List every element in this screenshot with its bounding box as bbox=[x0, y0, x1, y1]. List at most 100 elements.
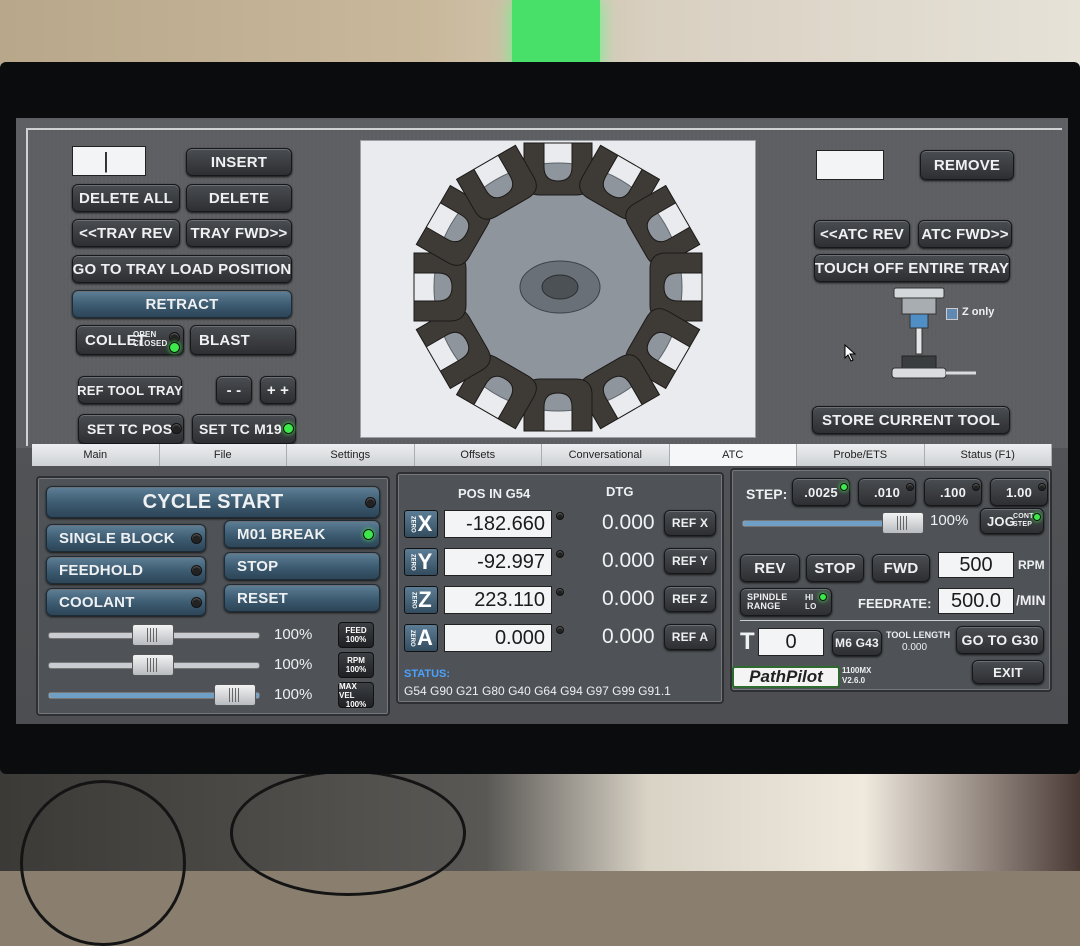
reset-button[interactable]: RESET bbox=[224, 584, 380, 612]
axis-z-position[interactable]: 223.110 bbox=[444, 586, 552, 614]
spindle-rev-button[interactable]: REV bbox=[740, 554, 800, 582]
range-options: HI LO bbox=[805, 593, 817, 611]
override-reset-button[interactable]: RPM 100% bbox=[338, 652, 374, 678]
spindle-range-label-2: RANGE bbox=[747, 601, 781, 611]
set-tc-pos-led bbox=[171, 423, 182, 434]
step-led bbox=[972, 483, 980, 491]
dtg-header: DTG bbox=[606, 484, 634, 499]
feedrate-unit: /MIN bbox=[1016, 592, 1046, 608]
tray-fwd-button[interactable]: TRAY FWD>> bbox=[186, 219, 292, 247]
m01-break-led bbox=[363, 529, 374, 540]
set-tc-m19-button[interactable]: SET TC M19 bbox=[192, 414, 296, 444]
remove-tool-entry[interactable] bbox=[816, 150, 884, 180]
step-button[interactable]: .100 bbox=[924, 478, 982, 506]
atc-top-panel: | INSERT DELETE ALL DELETE <<TRAY REV TR… bbox=[16, 118, 1068, 448]
cycle-control-panel: CYCLE START SINGLE BLOCK M01 BREAK FEEDH… bbox=[36, 476, 390, 716]
atc-fwd-button[interactable]: ATC FWD>> bbox=[918, 220, 1012, 248]
go-to-g30-button[interactable]: GO TO G30 bbox=[956, 626, 1044, 654]
override-reset-button[interactable]: FEED 100% bbox=[338, 622, 374, 648]
dro-panel: POS IN G54 DTG ZERO X -182.660 0.000 REF … bbox=[396, 472, 724, 704]
jog-speed-slider-knob[interactable] bbox=[882, 512, 924, 534]
override-badge-bottom: 100% bbox=[345, 635, 367, 644]
tab-main[interactable]: Main bbox=[32, 444, 160, 466]
indicator-light bbox=[512, 0, 600, 70]
remove-button[interactable]: REMOVE bbox=[920, 150, 1014, 180]
tab-probe-ets[interactable]: Probe/ETS bbox=[797, 444, 925, 466]
coolant-button[interactable]: COOLANT bbox=[46, 588, 206, 616]
coolant-led bbox=[191, 597, 202, 608]
rpm-input[interactable]: 500 bbox=[938, 552, 1014, 578]
tool-number-input[interactable]: 0 bbox=[758, 628, 824, 656]
cycle-start-label: CYCLE START bbox=[142, 490, 284, 513]
tab-file[interactable]: File bbox=[159, 444, 287, 466]
axis-z-badge[interactable]: ZERO Z bbox=[404, 586, 438, 614]
status-label: STATUS: bbox=[404, 668, 451, 680]
axis-a-badge[interactable]: ZERO A bbox=[404, 624, 438, 652]
ref-z-button[interactable]: REF Z bbox=[664, 586, 716, 612]
step-led bbox=[906, 483, 914, 491]
ref-tool-tray-button[interactable]: REF TOOL TRAY bbox=[77, 376, 183, 404]
axis-a-position[interactable]: 0.000 bbox=[444, 624, 552, 652]
tool-tray-graphic bbox=[413, 142, 703, 432]
collet-button[interactable]: COLLET OPEN CLOSED bbox=[76, 325, 184, 355]
spindle-range-button[interactable]: SPINDLE RANGE HI LO bbox=[740, 588, 832, 616]
tray-minus-button[interactable]: - - bbox=[216, 376, 252, 404]
feedhold-button[interactable]: FEEDHOLD bbox=[46, 556, 206, 584]
axis-x-position[interactable]: -182.660 bbox=[444, 510, 552, 538]
tab-conversational[interactable]: Conversational bbox=[542, 444, 670, 466]
ref-a-button[interactable]: REF A bbox=[664, 624, 716, 650]
axis-x-badge[interactable]: ZERO X bbox=[404, 510, 438, 538]
axis-z-dtg: 0.000 bbox=[602, 587, 655, 610]
feedrate-input[interactable]: 500.0 bbox=[938, 588, 1014, 614]
cycle-start-button[interactable]: CYCLE START bbox=[46, 486, 380, 518]
axis-y-badge[interactable]: ZERO Y bbox=[404, 548, 438, 576]
step-value: 1.00 bbox=[1005, 484, 1033, 500]
tab-atc[interactable]: ATC bbox=[669, 444, 797, 466]
set-tc-pos-button[interactable]: SET TC POS bbox=[78, 414, 184, 444]
override-badge-top: FEED bbox=[345, 626, 367, 635]
go-to-tray-load-button[interactable]: GO TO TRAY LOAD POSITION bbox=[72, 255, 292, 283]
override-percent: 100% bbox=[274, 686, 313, 703]
stop-button[interactable]: STOP bbox=[224, 552, 380, 580]
override-slider-knob[interactable] bbox=[132, 654, 174, 676]
spindle-fwd-button[interactable]: FWD bbox=[872, 554, 930, 582]
software-version: V2.6.0 bbox=[842, 676, 866, 685]
single-block-button[interactable]: SINGLE BLOCK bbox=[46, 524, 206, 552]
step-label: STEP: bbox=[746, 486, 788, 502]
pathpilot-screen: | INSERT DELETE ALL DELETE <<TRAY REV TR… bbox=[16, 118, 1068, 724]
tab-offsets[interactable]: Offsets bbox=[414, 444, 542, 466]
step-button[interactable]: 1.00 bbox=[990, 478, 1048, 506]
tray-rev-button[interactable]: <<TRAY REV bbox=[72, 219, 180, 247]
step-button[interactable]: .0025 bbox=[792, 478, 850, 506]
tool-number-entry[interactable]: | bbox=[72, 146, 146, 176]
exit-button[interactable]: EXIT bbox=[972, 660, 1044, 684]
m01-break-button[interactable]: M01 BREAK bbox=[224, 520, 380, 548]
delete-all-button[interactable]: DELETE ALL bbox=[72, 184, 180, 212]
axis-y-position[interactable]: -92.997 bbox=[444, 548, 552, 576]
tab-status-f1[interactable]: Status (F1) bbox=[924, 444, 1052, 466]
override-reset-button[interactable]: MAX VEL 100% bbox=[338, 682, 374, 709]
cycle-start-led bbox=[365, 497, 376, 508]
spindle-stop-button[interactable]: STOP bbox=[806, 554, 864, 582]
override-slider-knob[interactable] bbox=[132, 624, 174, 646]
axis-a-dtg: 0.000 bbox=[602, 625, 655, 648]
pathpilot-logo: PathPilot bbox=[732, 666, 840, 688]
store-current-tool-button[interactable]: STORE CURRENT TOOL bbox=[812, 406, 1010, 434]
m6-g43-button[interactable]: M6 G43 bbox=[832, 630, 882, 656]
tray-plus-button[interactable]: + + bbox=[260, 376, 296, 404]
touch-off-entire-tray-button[interactable]: TOUCH OFF ENTIRE TRAY bbox=[814, 254, 1010, 282]
delete-button[interactable]: DELETE bbox=[186, 184, 292, 212]
tab-settings[interactable]: Settings bbox=[287, 444, 415, 466]
axis-letter: X bbox=[417, 511, 433, 536]
insert-button[interactable]: INSERT bbox=[186, 148, 292, 176]
retract-button[interactable]: RETRACT bbox=[72, 290, 292, 318]
step-button[interactable]: .010 bbox=[858, 478, 916, 506]
z-only-checkbox[interactable] bbox=[946, 308, 958, 320]
blast-button[interactable]: BLAST bbox=[190, 325, 296, 355]
jog-mode-button[interactable]: JOG CONT STEP bbox=[980, 508, 1044, 534]
axis-y-dtg: 0.000 bbox=[602, 549, 655, 572]
override-slider-knob[interactable] bbox=[214, 684, 256, 706]
ref-y-button[interactable]: REF Y bbox=[664, 548, 716, 574]
atc-rev-button[interactable]: <<ATC REV bbox=[814, 220, 910, 248]
ref-x-button[interactable]: REF X bbox=[664, 510, 716, 536]
